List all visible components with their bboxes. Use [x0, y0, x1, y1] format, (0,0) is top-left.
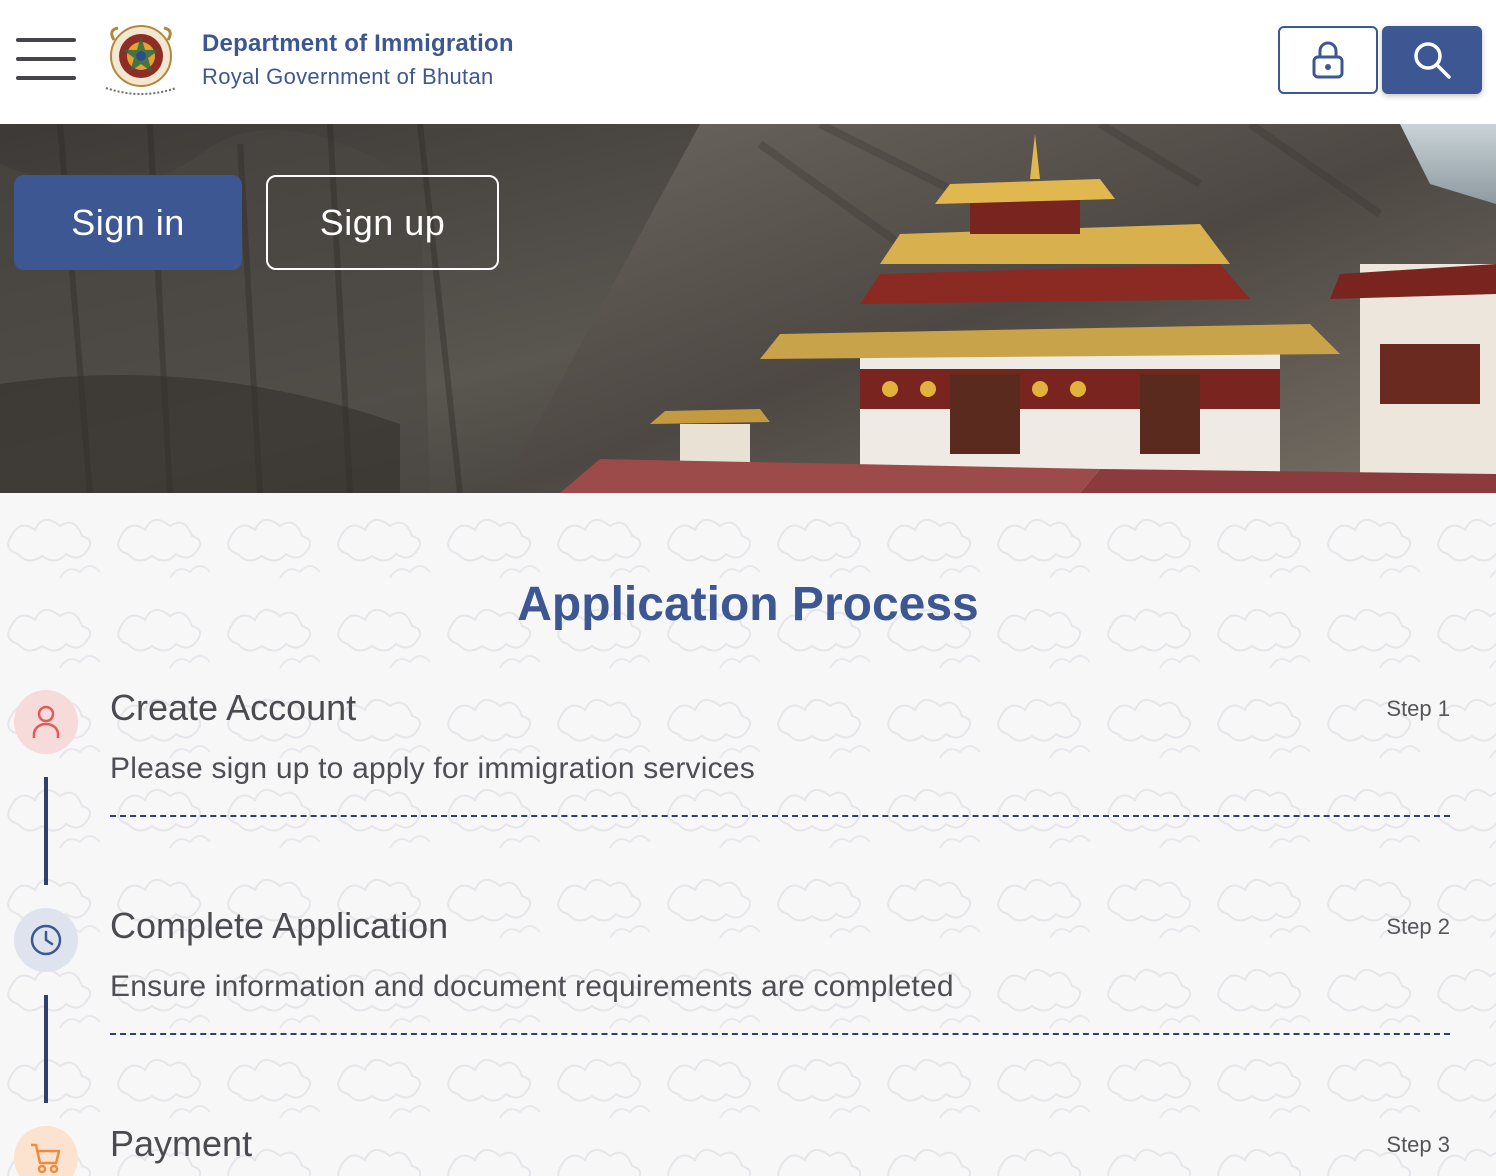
step-1-description: Please sign up to apply for immigration … [110, 752, 755, 785]
step-connector [44, 995, 48, 1103]
lock-icon [1312, 41, 1344, 79]
step-divider [110, 815, 1450, 817]
login-lock-button[interactable] [1278, 26, 1378, 94]
hero-banner: Sign in Sign up [0, 124, 1496, 493]
step-2-title: Complete Application [110, 905, 449, 946]
cart-icon [31, 1143, 61, 1174]
step-connector [44, 777, 48, 885]
step-3-title: Payment [110, 1123, 253, 1164]
step-2-description: Ensure information and document requirem… [110, 970, 954, 1003]
sign-up-button[interactable]: Sign up [266, 175, 499, 270]
department-title[interactable]: Department of Immigration [202, 30, 514, 58]
step-2-number: Step 2 [1386, 914, 1450, 939]
step-2-icon-badge [14, 908, 78, 972]
search-button[interactable] [1382, 26, 1482, 94]
step-1-icon-badge [14, 690, 78, 754]
application-process-section: Application Process Create Account Step … [0, 493, 1496, 1176]
search-icon [1414, 42, 1451, 79]
government-subtitle[interactable]: Royal Government of Bhutan [202, 64, 494, 90]
site-header: Department of Immigration Royal Governme… [0, 0, 1496, 124]
step-divider [110, 1033, 1450, 1035]
section-title: Application Process [517, 578, 979, 631]
user-icon [32, 705, 60, 738]
step-3-number: Step 3 [1386, 1132, 1450, 1157]
hamburger-menu-icon[interactable] [16, 36, 76, 84]
step-1-number: Step 1 [1386, 696, 1450, 721]
sign-in-button[interactable]: Sign in [14, 175, 242, 270]
royal-emblem-logo[interactable] [100, 20, 182, 100]
step-1-title: Create Account [110, 687, 357, 728]
clock-icon [30, 924, 62, 956]
